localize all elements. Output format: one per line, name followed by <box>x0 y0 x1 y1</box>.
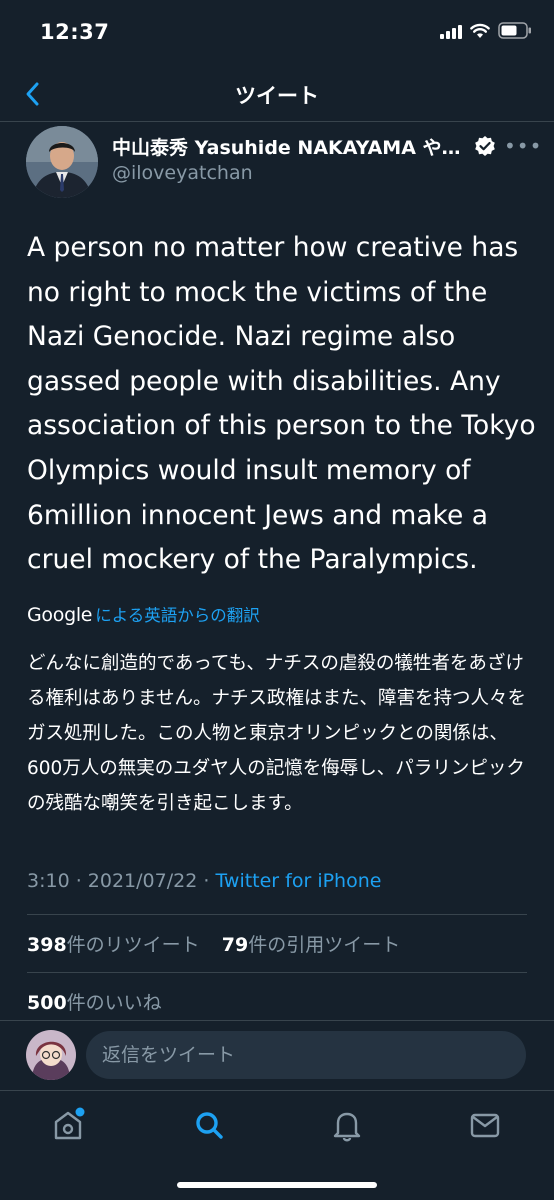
tweet-source-link[interactable]: Twitter for iPhone <box>215 870 381 892</box>
user-avatar[interactable] <box>26 1030 76 1080</box>
verified-badge-icon <box>475 136 495 156</box>
reply-bar <box>0 1020 554 1090</box>
notification-badge <box>75 1107 85 1117</box>
navigation-bar: ツイート <box>0 66 554 122</box>
likes-label: 件のいいね <box>66 992 162 1014</box>
retweets-label: 件のリツイート <box>66 934 200 956</box>
home-indicator[interactable] <box>177 1182 377 1188</box>
divider <box>27 914 527 915</box>
likes-stat[interactable]: 500件のいいね <box>27 988 162 1015</box>
quotes-stat[interactable]: 79件の引用ツイート <box>222 934 400 956</box>
author-portrait <box>26 126 98 198</box>
author-display-name[interactable]: 中山泰秀 Yasuhide NAKAYAMA や… <box>112 133 472 160</box>
author-handle[interactable]: @iloveyatchan <box>112 162 253 184</box>
translation-attribution[interactable]: Google による英語からの翻訳 <box>27 602 260 626</box>
tweet-date: 2021/07/22 <box>87 870 198 892</box>
more-options-icon[interactable]: ••• <box>504 134 542 158</box>
reply-input[interactable] <box>86 1031 526 1079</box>
page-title: ツイート <box>235 84 319 108</box>
user-avatar-illustration <box>26 1030 76 1080</box>
tweet-time: 3:10 <box>27 870 70 892</box>
meta-separator: · <box>69 870 88 892</box>
quotes-label: 件の引用ツイート <box>248 934 401 956</box>
likes-count: 500 <box>27 992 67 1014</box>
engagement-stats-row: 398件のリツイート 79件の引用ツイート <box>27 930 400 957</box>
home-icon[interactable] <box>48 1105 88 1145</box>
status-bar: 12:37 <box>0 0 554 66</box>
status-time: 12:37 <box>40 20 110 44</box>
translation-link[interactable]: による英語からの翻訳 <box>95 602 260 626</box>
messages-icon[interactable] <box>465 1105 505 1145</box>
author-avatar[interactable] <box>26 126 98 198</box>
quotes-count: 79 <box>221 934 249 956</box>
retweets-stat[interactable]: 398件のリツイート <box>27 934 200 956</box>
tweet-detail-screen: 12:37 ツイート 中山泰秀 Yasuhide NAKAYAMA や… •••… <box>0 0 554 1200</box>
translated-text: どんなに創造的であっても、ナチスの虐殺の犠牲者をあざける権利はありません。ナチス… <box>27 653 526 814</box>
status-icons <box>440 22 532 39</box>
google-logo-text: Google <box>27 604 93 626</box>
meta-separator-2: · <box>197 870 216 892</box>
search-icon[interactable] <box>189 1105 229 1145</box>
notifications-icon[interactable] <box>327 1105 367 1145</box>
tweet-text: A person no matter how creative has no r… <box>27 232 536 576</box>
cellular-signal-icon <box>440 23 462 39</box>
tweet-timestamp-row: 3:10 · 2021/07/22 · Twitter for iPhone <box>27 870 381 892</box>
battery-icon <box>498 22 531 39</box>
retweets-count: 398 <box>27 934 67 956</box>
divider <box>27 972 527 973</box>
wifi-icon <box>470 23 490 38</box>
